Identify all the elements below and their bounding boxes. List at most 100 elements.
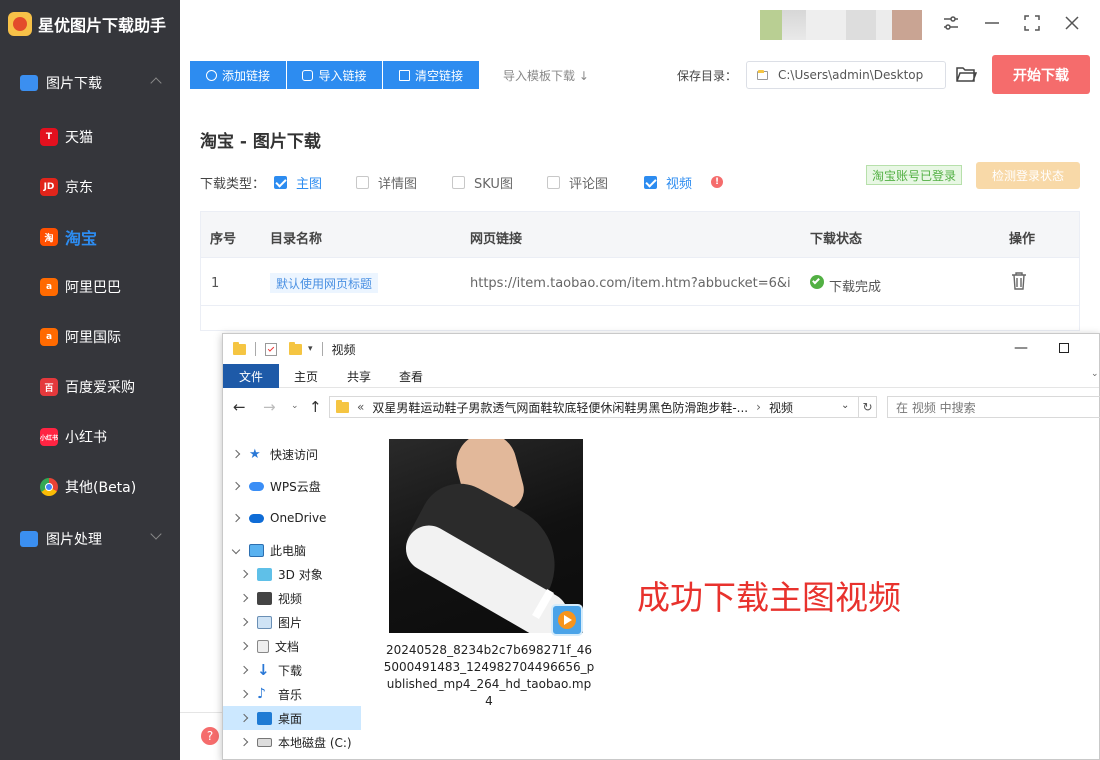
nav-wps-cloud[interactable]: WPS云盘 — [223, 474, 361, 498]
type-label: 评论图 — [569, 177, 609, 192]
clear-link-button[interactable]: 清空链接 — [383, 61, 479, 89]
sidebar-item-other[interactable]: 其他(Beta) — [40, 472, 180, 502]
type-detail-image-checkbox[interactable]: 详情图 — [356, 173, 417, 192]
delete-icon[interactable] — [1010, 271, 1028, 291]
xiaohongshu-icon: 小红书 — [40, 428, 58, 446]
clear-link-label: 清空链接 — [414, 68, 463, 83]
sidebar-item-taobao[interactable]: 淘 淘宝 — [40, 222, 180, 252]
separator — [321, 342, 323, 356]
recent-locations-chevron-icon[interactable]: ⌄ — [291, 401, 299, 411]
type-main-image-checkbox[interactable]: 主图 — [274, 173, 322, 192]
sidebar-item-label: 阿里国际 — [65, 330, 121, 346]
menu-group-image-processing[interactable]: 图片处理 — [0, 519, 180, 559]
check-login-button[interactable]: 检测登录状态 — [976, 162, 1080, 189]
cloud-upload-icon — [302, 69, 314, 81]
type-sku-image-checkbox[interactable]: SKU图 — [452, 173, 513, 192]
close-icon[interactable] — [1061, 12, 1083, 34]
document-icon — [257, 639, 269, 653]
menu-group-label: 图片处理 — [46, 532, 102, 548]
sidebar-item-label: 百度爱采购 — [65, 380, 135, 396]
table-header — [201, 212, 1079, 258]
expand-chevron-icon — [239, 641, 249, 651]
properties-icon[interactable] — [265, 342, 277, 356]
nav-music[interactable]: ♪ 音乐 — [223, 682, 361, 706]
video-file-name[interactable]: 20240528_8234b2c7b698271f_465000491483_1… — [383, 642, 595, 710]
sidebar-item-alibaba-intl[interactable]: a 阿里国际 — [40, 322, 180, 352]
sidebar-item-baidu[interactable]: 百 百度爱采购 — [40, 372, 180, 402]
start-download-button[interactable]: 开始下载 — [992, 55, 1090, 94]
maximize-icon[interactable] — [1021, 12, 1043, 34]
forward-arrow-icon[interactable]: → — [263, 398, 276, 416]
up-arrow-icon[interactable]: ↑ — [309, 398, 322, 416]
image-process-group-icon — [20, 531, 38, 547]
nav-local-disk-c[interactable]: 本地磁盘 (C:) — [223, 730, 361, 754]
import-template-link[interactable]: 导入模板下载 ↓ — [503, 67, 589, 84]
save-dir-field[interactable]: C:\Users\admin\Desktop — [746, 61, 946, 89]
col-header-url: 网页链接 — [470, 232, 523, 247]
sidebar-item-xiaohongshu[interactable]: 小红书 小红书 — [40, 422, 180, 452]
user-avatar-blurred — [760, 10, 922, 40]
login-status-badge: 淘宝账号已登录 — [866, 165, 963, 185]
download-arrow-icon: ↓ — [575, 69, 589, 83]
help-icon[interactable]: ? — [201, 727, 219, 745]
expand-chevron-icon — [231, 449, 241, 459]
explorer-titlebar: ▾ 视频 — [223, 334, 1099, 364]
nav-label: 文档 — [275, 639, 300, 654]
tab-view[interactable]: 查看 — [385, 364, 437, 388]
nav-documents[interactable]: 文档 — [223, 634, 361, 658]
nav-label: 快速访问 — [270, 447, 319, 462]
chrome-icon — [40, 478, 58, 496]
nav-videos[interactable]: 视频 — [223, 586, 361, 610]
type-video-checkbox[interactable]: 视频 — [644, 173, 692, 192]
sidebar-item-alibaba[interactable]: a 阿里巴巴 — [40, 272, 180, 302]
col-header-status: 下载状态 — [810, 232, 863, 247]
nav-desktop[interactable]: 桌面 — [223, 706, 361, 730]
tab-home[interactable]: 主页 — [279, 364, 333, 388]
back-arrow-icon[interactable]: ← — [233, 398, 246, 416]
nav-quick-access[interactable]: ★ 快速访问 — [223, 442, 361, 466]
import-template-label: 导入模板下载 — [503, 69, 576, 83]
nav-label: WPS云盘 — [270, 479, 321, 494]
minimize-icon[interactable] — [981, 12, 1003, 34]
add-link-button[interactable]: 添加链接 — [190, 61, 286, 89]
nav-pictures[interactable]: 图片 — [223, 610, 361, 634]
nav-this-pc[interactable]: 此电脑 — [223, 538, 361, 562]
chevron-up-icon — [150, 77, 162, 89]
explorer-minimize-icon[interactable]: — — [1003, 340, 1039, 358]
col-header-dir: 目录名称 — [270, 232, 323, 247]
tab-share[interactable]: 共享 — [333, 364, 385, 388]
nav-onedrive[interactable]: OneDrive — [223, 506, 361, 530]
video-play-icon — [551, 604, 583, 636]
type-comment-image-checkbox[interactable]: 评论图 — [547, 173, 608, 192]
ribbon: 文件 主页 共享 查看 ⌄ — [223, 364, 1099, 388]
folder-outline-icon — [757, 69, 768, 80]
row-dir-tag[interactable]: 默认使用网页标题 — [270, 273, 379, 293]
info-icon[interactable]: ! — [711, 176, 723, 188]
cube-icon — [257, 567, 272, 581]
nav-label: 图片 — [278, 615, 303, 630]
customize-toolbar-chevron-icon[interactable]: ▾ — [308, 344, 313, 354]
menu-group-label: 图片下载 — [46, 76, 102, 92]
nav-downloads[interactable]: ↓ 下载 — [223, 658, 361, 682]
sidebar-item-tmall[interactable]: T 天猫 — [40, 122, 180, 152]
new-folder-icon[interactable] — [289, 341, 302, 355]
nav-3d-objects[interactable]: 3D 对象 — [223, 562, 361, 586]
address-bar[interactable]: « 双星男鞋运动鞋子男款透气网面鞋软底轻便休闲鞋男黑色防滑跑步鞋-... › 视… — [329, 396, 859, 418]
expand-chevron-icon — [239, 713, 249, 723]
app-logo-icon — [8, 12, 32, 36]
tmall-icon: T — [40, 128, 58, 146]
search-input[interactable]: 在 视频 中搜索 — [887, 396, 1100, 418]
app-title: 星优图片下载助手 — [38, 16, 167, 35]
refresh-icon[interactable]: ↻ — [859, 396, 877, 418]
explorer-maximize-icon[interactable] — [1059, 343, 1069, 353]
picture-icon — [257, 615, 272, 629]
import-link-button[interactable]: 导入链接 — [287, 61, 382, 89]
ribbon-expand-chevron-icon[interactable]: ⌄ — [1091, 369, 1099, 379]
tab-file[interactable]: 文件 — [223, 364, 279, 388]
open-folder-icon[interactable] — [955, 64, 977, 84]
sidebar-item-jd[interactable]: JD 京东 — [40, 172, 180, 202]
address-dropdown-chevron-icon[interactable]: ⌄ — [841, 400, 849, 411]
menu-group-image-download[interactable]: 图片下载 — [0, 63, 180, 103]
expand-chevron-icon — [239, 617, 249, 627]
settings-sliders-icon[interactable] — [940, 12, 962, 34]
